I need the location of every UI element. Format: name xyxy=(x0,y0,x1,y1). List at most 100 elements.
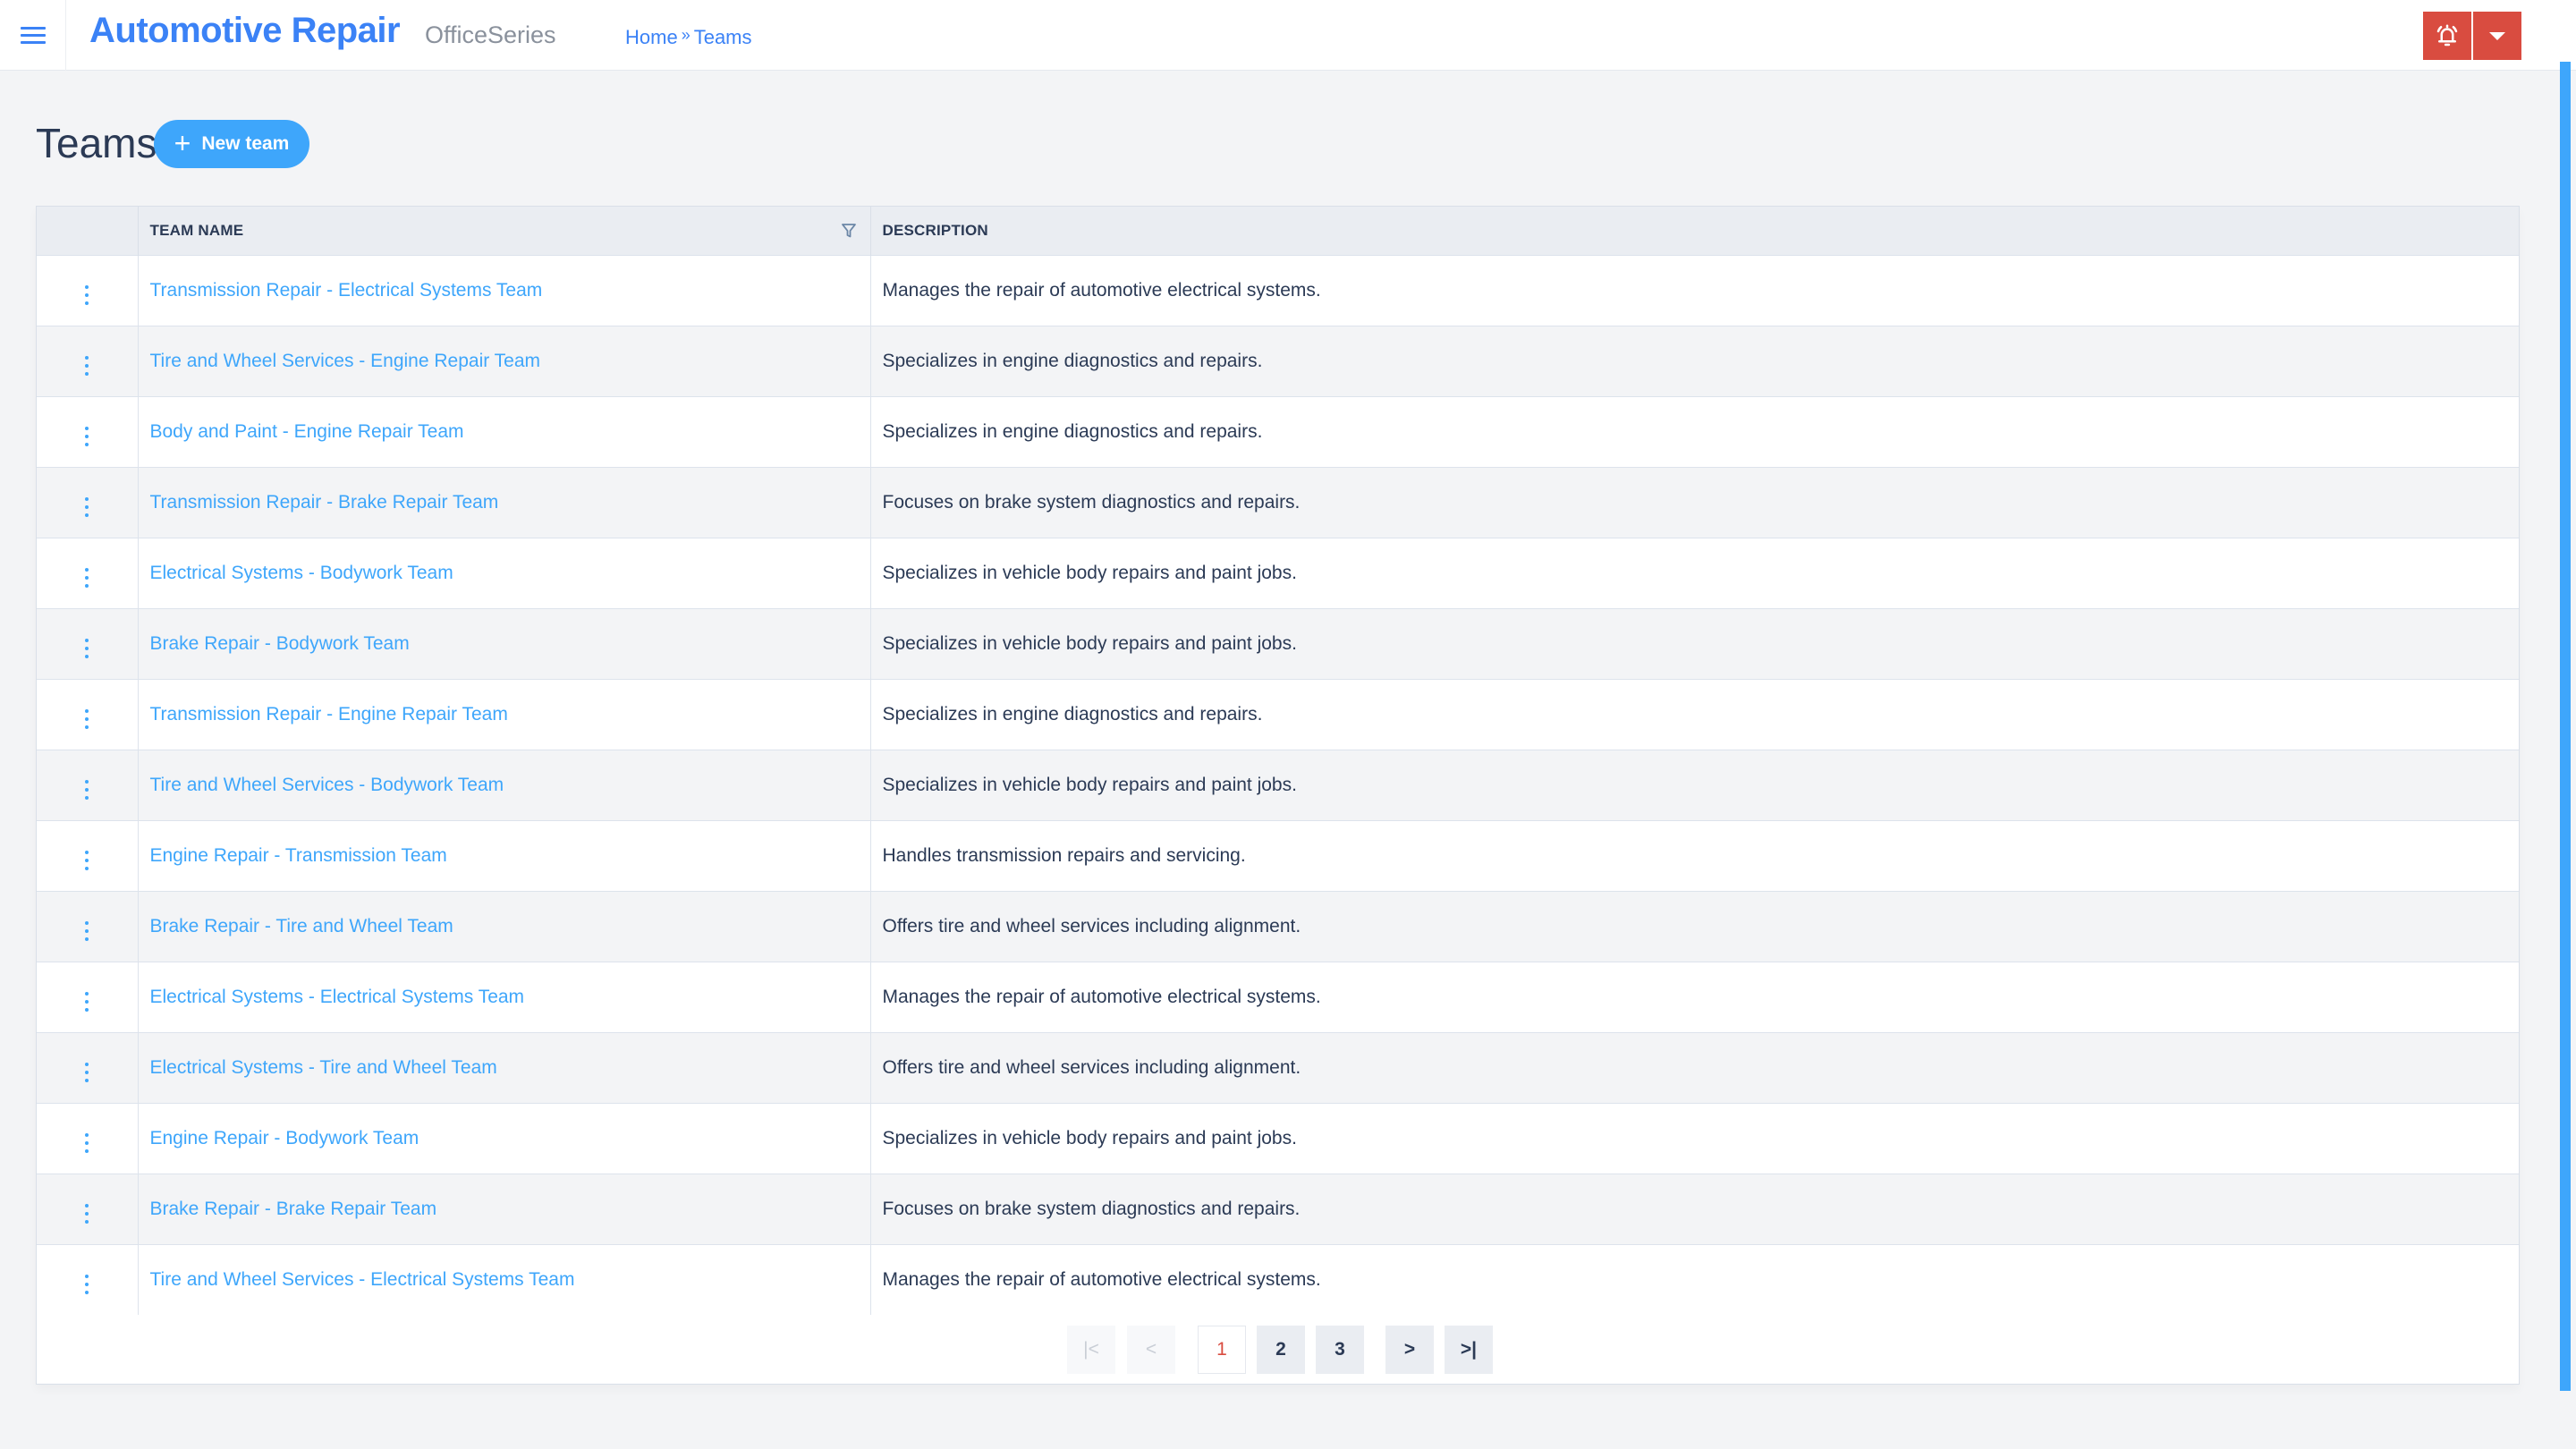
team-name-link[interactable]: Transmission Repair - Brake Repair Team xyxy=(150,492,499,513)
kebab-menu-icon[interactable] xyxy=(76,1130,97,1157)
description-cell: Manages the repair of automotive electri… xyxy=(882,986,1321,1007)
column-header-team-name[interactable]: TEAM NAME xyxy=(138,207,871,255)
row-actions-cell xyxy=(37,962,139,1032)
team-name-link[interactable]: Tire and Wheel Services - Engine Repair … xyxy=(150,351,541,371)
row-actions-cell xyxy=(37,326,139,396)
top-actions xyxy=(2423,12,2521,60)
kebab-menu-icon[interactable] xyxy=(76,352,97,379)
table-body: Transmission Repair - Electrical Systems… xyxy=(37,255,2519,1315)
teams-table: TEAM NAME DESCRIPTION Transmission Repai… xyxy=(37,207,2519,1315)
kebab-menu-icon[interactable] xyxy=(76,706,97,733)
team-name-cell: Brake Repair - Brake Repair Team xyxy=(138,1174,871,1244)
table-row: Brake Repair - Brake Repair Team Focuses … xyxy=(37,1174,2519,1244)
row-actions-cell xyxy=(37,820,139,891)
table-row: Transmission Repair - Brake Repair Team F… xyxy=(37,467,2519,538)
column-header-description: DESCRIPTION xyxy=(882,221,988,239)
row-actions-cell xyxy=(37,679,139,750)
breadcrumb-home[interactable]: Home xyxy=(625,26,678,49)
table-row: Tire and Wheel Services - Engine Repair … xyxy=(37,326,2519,396)
description-cell: Specializes in engine diagnostics and re… xyxy=(882,420,1263,442)
kebab-menu-icon[interactable] xyxy=(76,918,97,945)
description-cell: Focuses on brake system diagnostics and … xyxy=(882,1198,1301,1219)
team-name-cell: Brake Repair - Tire and Wheel Team xyxy=(138,891,871,962)
table-row: Transmission Repair - Electrical Systems… xyxy=(37,255,2519,326)
kebab-menu-icon[interactable] xyxy=(76,423,97,450)
first-page-button[interactable]: |< xyxy=(1067,1326,1115,1374)
row-actions-cell xyxy=(37,538,139,608)
table-row: Brake Repair - Tire and Wheel Team Offers… xyxy=(37,891,2519,962)
menu-toggle-button[interactable] xyxy=(0,0,66,71)
row-actions-cell xyxy=(37,1103,139,1174)
team-name-link[interactable]: Tire and Wheel Services - Bodywork Team xyxy=(150,775,504,795)
vertical-scrollbar[interactable] xyxy=(2560,62,2571,1391)
page-3-button[interactable]: 3 xyxy=(1316,1326,1364,1374)
breadcrumb-teams[interactable]: Teams xyxy=(694,26,752,49)
team-name-cell: Body and Paint - Engine Repair Team xyxy=(138,396,871,467)
team-name-link[interactable]: Brake Repair - Bodywork Team xyxy=(150,633,410,654)
row-actions-cell xyxy=(37,608,139,679)
description-cell: Manages the repair of automotive electri… xyxy=(882,1268,1321,1290)
team-name-cell: Brake Repair - Bodywork Team xyxy=(138,608,871,679)
team-name-link[interactable]: Brake Repair - Brake Repair Team xyxy=(150,1199,437,1219)
bell-ringing-icon xyxy=(2436,24,2458,47)
description-cell: Offers tire and wheel services including… xyxy=(882,1056,1301,1078)
page-1-button[interactable]: 1 xyxy=(1198,1326,1246,1374)
team-name-cell: Engine Repair - Transmission Team xyxy=(138,820,871,891)
row-actions-cell xyxy=(37,1244,139,1315)
page-2-button[interactable]: 2 xyxy=(1257,1326,1305,1374)
next-page-button[interactable]: > xyxy=(1385,1326,1434,1374)
caret-down-icon xyxy=(2489,31,2505,40)
teams-table-card: TEAM NAME DESCRIPTION Transmission Repai… xyxy=(36,206,2520,1385)
team-name-link[interactable]: Body and Paint - Engine Repair Team xyxy=(150,421,464,442)
team-name-link[interactable]: Electrical Systems - Electrical Systems … xyxy=(150,987,525,1007)
team-name-link[interactable]: Transmission Repair - Electrical Systems… xyxy=(150,280,543,301)
kebab-menu-icon[interactable] xyxy=(76,1059,97,1086)
team-name-cell: Transmission Repair - Brake Repair Team xyxy=(138,467,871,538)
table-row: Engine Repair - Transmission Team Handles… xyxy=(37,820,2519,891)
row-actions-cell xyxy=(37,750,139,820)
team-name-cell: Tire and Wheel Services - Electrical Sys… xyxy=(138,1244,871,1315)
team-name-link[interactable]: Transmission Repair - Engine Repair Team xyxy=(150,704,508,724)
row-actions-cell xyxy=(37,891,139,962)
user-dropdown-button[interactable] xyxy=(2473,12,2521,60)
kebab-menu-icon[interactable] xyxy=(76,847,97,874)
team-name-link[interactable]: Tire and Wheel Services - Electrical Sys… xyxy=(150,1269,575,1290)
new-team-button[interactable]: + New team xyxy=(154,120,309,168)
team-name-link[interactable]: Electrical Systems - Bodywork Team xyxy=(150,563,453,583)
description-cell: Specializes in vehicle body repairs and … xyxy=(882,1127,1297,1148)
table-row: Tire and Wheel Services - Electrical Sys… xyxy=(37,1244,2519,1315)
last-page-button[interactable]: >| xyxy=(1445,1326,1493,1374)
kebab-menu-icon[interactable] xyxy=(76,1271,97,1298)
kebab-menu-icon[interactable] xyxy=(76,564,97,591)
kebab-menu-icon[interactable] xyxy=(76,988,97,1015)
plus-icon: + xyxy=(174,126,191,159)
team-name-link[interactable]: Engine Repair - Transmission Team xyxy=(150,845,447,866)
description-cell: Handles transmission repairs and servici… xyxy=(882,844,1246,866)
kebab-menu-icon[interactable] xyxy=(76,776,97,803)
description-cell: Specializes in vehicle body repairs and … xyxy=(882,562,1297,583)
kebab-menu-icon[interactable] xyxy=(76,494,97,521)
team-name-cell: Electrical Systems - Bodywork Team xyxy=(138,538,871,608)
row-actions-cell xyxy=(37,1174,139,1244)
team-name-cell: Electrical Systems - Tire and Wheel Team xyxy=(138,1032,871,1103)
table-row: Body and Paint - Engine Repair Team Speci… xyxy=(37,396,2519,467)
row-actions-cell xyxy=(37,255,139,326)
kebab-menu-icon[interactable] xyxy=(76,282,97,309)
kebab-menu-icon[interactable] xyxy=(76,1200,97,1227)
description-cell: Specializes in engine diagnostics and re… xyxy=(882,703,1263,724)
column-header-actions xyxy=(37,207,139,255)
team-name-link[interactable]: Brake Repair - Tire and Wheel Team xyxy=(150,916,453,936)
description-cell: Manages the repair of automotive electri… xyxy=(882,279,1321,301)
description-cell: Offers tire and wheel services including… xyxy=(882,915,1301,936)
team-name-link[interactable]: Electrical Systems - Tire and Wheel Team xyxy=(150,1057,497,1078)
description-cell: Specializes in vehicle body repairs and … xyxy=(882,632,1297,654)
team-name-cell: Transmission Repair - Electrical Systems… xyxy=(138,255,871,326)
notifications-button[interactable] xyxy=(2423,12,2471,60)
app-title[interactable]: Automotive Repair xyxy=(89,11,401,51)
kebab-menu-icon[interactable] xyxy=(76,635,97,662)
filter-icon[interactable] xyxy=(840,222,858,240)
team-name-link[interactable]: Engine Repair - Bodywork Team xyxy=(150,1128,419,1148)
table-row: Engine Repair - Bodywork Team Specializes… xyxy=(37,1103,2519,1174)
prev-page-button[interactable]: < xyxy=(1127,1326,1175,1374)
pagination: |< < 1 2 3 > >| xyxy=(1067,1326,1493,1374)
